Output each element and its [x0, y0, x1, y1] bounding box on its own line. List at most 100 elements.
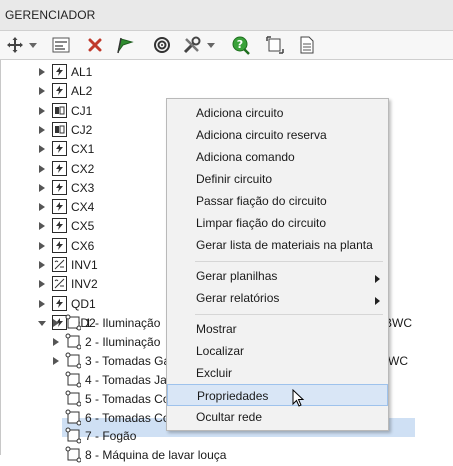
move-icon[interactable] — [4, 34, 26, 56]
menu-item-label: Mostrar — [196, 322, 237, 336]
tree-node-label: CJ1 — [71, 103, 93, 118]
expand-arrow-icon[interactable] — [38, 125, 46, 134]
tools-icon[interactable] — [181, 34, 203, 56]
board-icon — [52, 295, 67, 311]
menu-item-label: Ocultar rede — [196, 410, 263, 424]
menu-item[interactable]: Localizar — [167, 340, 388, 362]
svg-text:?: ? — [237, 38, 243, 51]
frame-icon[interactable] — [264, 34, 286, 56]
circuit-label: 7 - Fogão — [85, 429, 137, 444]
expand-arrow-icon[interactable] — [52, 319, 60, 327]
tree-node-label: CX3 — [71, 180, 95, 195]
expand-arrow-icon[interactable] — [38, 222, 46, 231]
menu-item[interactable]: Ocultar rede — [167, 406, 388, 428]
circuit-label: 3 - Tomadas Ga — [85, 353, 171, 368]
circuit-icon — [65, 371, 82, 391]
menu-item-label: Passar fiação do circuito — [196, 194, 327, 208]
menu-item[interactable]: Gerar lista de materiais na planta — [167, 234, 388, 256]
menu-item[interactable]: Gerar relatórios — [167, 287, 388, 309]
circuit-icon — [65, 390, 82, 410]
tree-node-label: CX1 — [71, 142, 95, 157]
expand-arrow-icon[interactable] — [38, 106, 46, 115]
tree-node-label: INV1 — [71, 258, 98, 272]
menu-item-label: Gerar lista de materiais na planta — [196, 238, 373, 252]
menu-item-label: Gerar relatórios — [196, 291, 280, 305]
delete-x-icon[interactable] — [84, 34, 106, 56]
submenu-arrow-icon — [375, 272, 380, 286]
tree-node-label: AL2 — [71, 84, 93, 99]
board-icon — [52, 199, 67, 215]
expand-arrow-icon[interactable] — [38, 280, 46, 289]
circuit-label: 4 - Tomadas Ja — [85, 372, 167, 387]
expand-arrow-icon[interactable] — [38, 87, 46, 96]
target-icon[interactable] — [151, 34, 173, 56]
menu-item[interactable]: Adiciona circuito reserva — [167, 124, 388, 146]
toolbar: ? — [0, 31, 453, 60]
menu-item[interactable]: Excluir — [167, 362, 388, 384]
assembly-icon — [52, 121, 67, 137]
window-title: GERENCIADOR — [5, 8, 96, 22]
tree-node-label: CX6 — [71, 238, 95, 253]
menu-item[interactable]: Adiciona comando — [167, 146, 388, 168]
tree-node-label: AL1 — [71, 65, 93, 79]
flag-icon[interactable] — [114, 34, 136, 56]
menu-item[interactable]: Passar fiação do circuito — [167, 190, 388, 212]
tree-node-label: INV2 — [71, 277, 98, 292]
menu-separator — [195, 314, 383, 315]
menu-item-label: Adiciona circuito reserva — [196, 128, 327, 142]
menu-item[interactable]: Definir circuito — [167, 168, 388, 190]
menu-item-label: Adiciona circuito — [196, 106, 284, 120]
window-title-bar: GERENCIADOR — [0, 0, 453, 31]
expand-arrow-icon[interactable] — [38, 241, 46, 250]
expand-arrow-icon[interactable] — [38, 183, 46, 192]
expand-arrow-icon[interactable] — [38, 299, 46, 308]
document-icon[interactable] — [296, 34, 318, 56]
menu-item[interactable]: Mostrar — [167, 318, 388, 340]
tree-node-label: CJ2 — [71, 122, 93, 137]
expand-arrow-open-icon[interactable] — [38, 319, 46, 327]
expand-arrow-icon[interactable] — [38, 261, 46, 269]
circuit-icon — [65, 314, 82, 334]
panel-icon[interactable] — [50, 34, 72, 56]
board-icon — [52, 160, 67, 176]
expand-arrow-icon[interactable] — [38, 164, 46, 173]
board-icon — [52, 179, 67, 195]
context-menu: Adiciona circuito Adiciona circuito reser… — [166, 98, 389, 431]
chevron-down-icon[interactable] — [26, 34, 40, 56]
tree-node-label: CX2 — [71, 161, 95, 176]
expand-arrow-icon[interactable] — [52, 356, 60, 365]
circuit-icon — [65, 427, 82, 447]
menu-item[interactable]: Adiciona circuito — [167, 102, 388, 124]
menu-item[interactable]: Propriedades — [167, 384, 388, 406]
board-icon — [52, 237, 67, 253]
tree-node-label: QD1 — [71, 296, 96, 311]
help-icon[interactable]: ? — [230, 34, 252, 56]
circuit-icon — [65, 333, 82, 353]
menu-item-label: Limpar fiação do circuito — [196, 216, 327, 230]
expand-arrow-icon[interactable] — [38, 68, 46, 76]
menu-item-label: Propriedades — [197, 389, 269, 403]
expand-arrow-icon[interactable] — [38, 145, 46, 154]
inverter-icon — [52, 276, 67, 292]
menu-item-label: Excluir — [196, 366, 233, 380]
circuit-label: 8 - Máquina de lavar louça — [85, 448, 227, 463]
menu-item[interactable]: Gerar planilhas — [167, 265, 388, 287]
expand-arrow-icon[interactable] — [38, 203, 46, 212]
expand-arrow-icon[interactable] — [52, 337, 60, 346]
circuit-icon — [65, 352, 82, 372]
menu-item-label: Adiciona comando — [196, 150, 295, 164]
circuit-label: 6 - Tomadas Co — [85, 410, 170, 425]
menu-item[interactable]: Limpar fiação do circuito — [167, 212, 388, 234]
circuit-icon — [65, 409, 82, 429]
mouse-cursor-icon — [292, 389, 305, 407]
circuit-label-tail: WC — [388, 353, 408, 368]
menu-item-label: Gerar planilhas — [196, 269, 278, 283]
circuit-label: 2 - Iluminação — [85, 334, 161, 349]
menu-item-label: Definir circuito — [196, 172, 273, 186]
chevron-down-icon[interactable] — [204, 34, 218, 56]
board-icon — [52, 83, 67, 99]
assembly-icon — [52, 102, 67, 118]
submenu-arrow-icon — [375, 294, 380, 308]
circuit-icon — [65, 446, 82, 466]
inverter-icon — [52, 257, 67, 272]
